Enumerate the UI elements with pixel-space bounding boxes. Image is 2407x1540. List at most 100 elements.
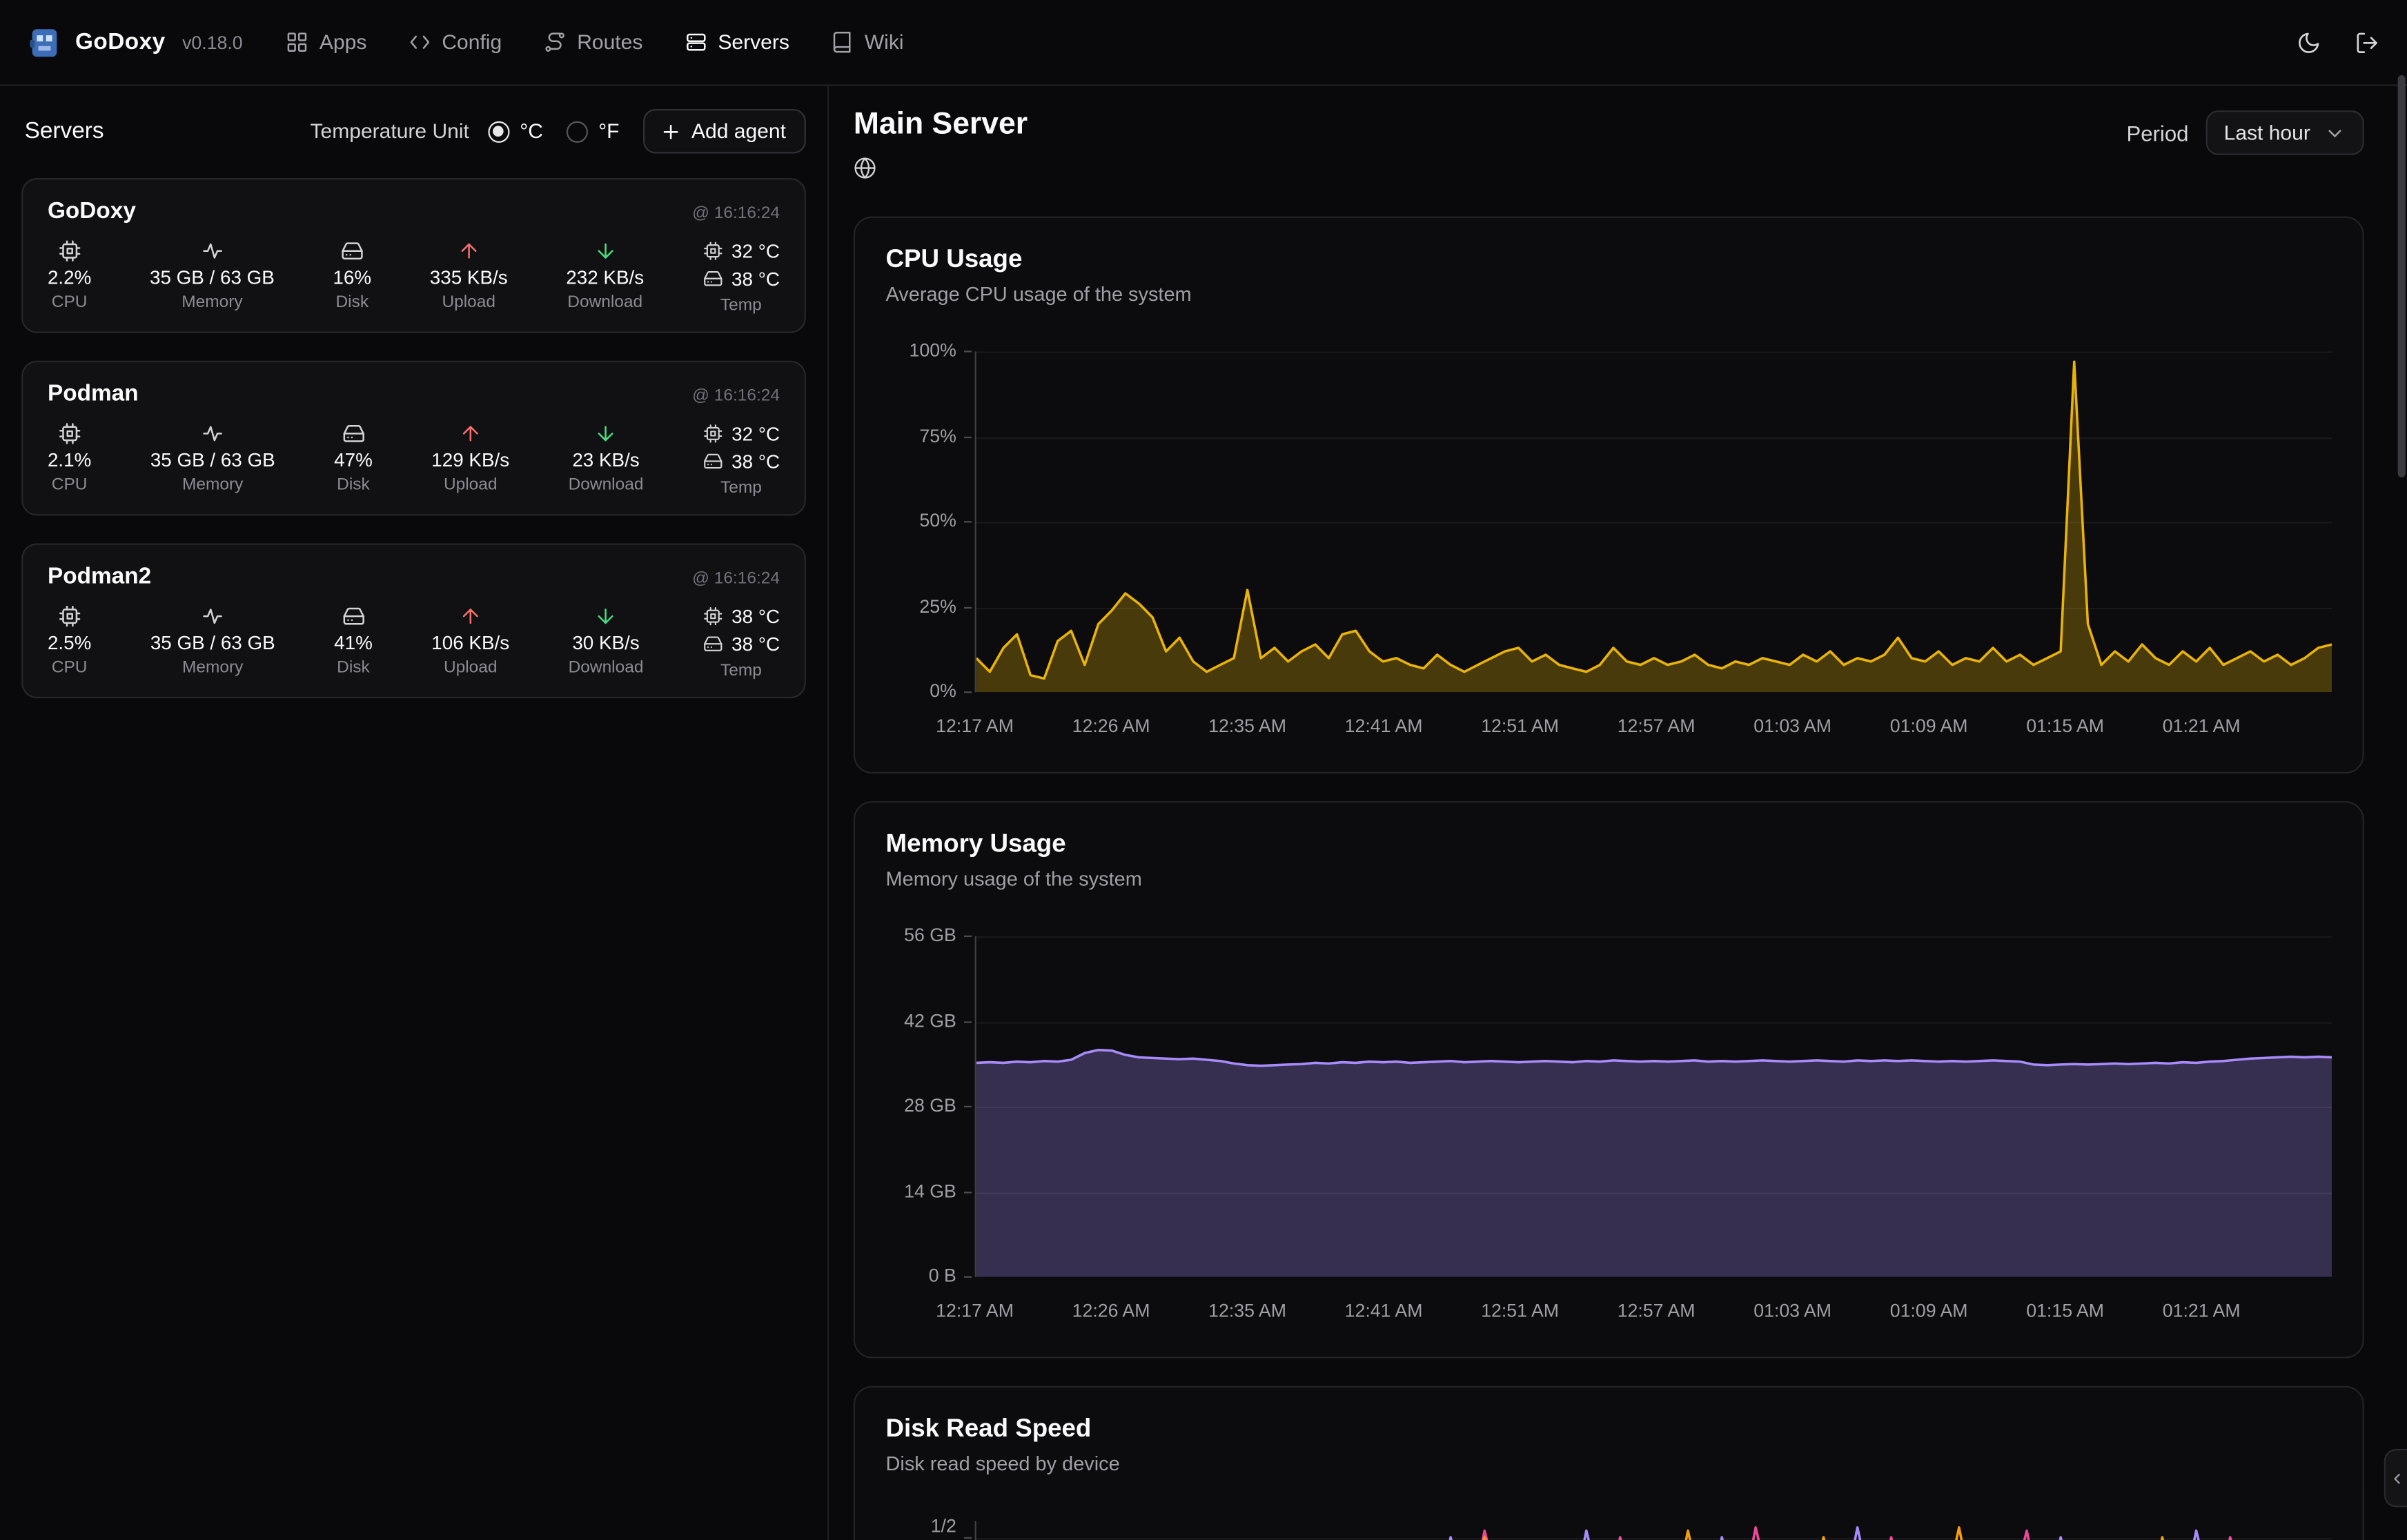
metric-value: 38 °C [731,268,780,289]
collapse-panel-handle[interactable] [2384,1449,2407,1508]
y-axis-label: 0 B [929,1266,956,1287]
theme-toggle-button[interactable] [2297,30,2321,55]
nav-item-routes[interactable]: Routes [543,30,642,53]
globe-icon [854,157,876,179]
chart-card-cpu-usage: CPU UsageAverage CPU usage of the system… [854,217,2364,773]
server-card-podman[interactable]: Podman@ 16:16:242.1%CPU35 GB / 63 GBMemo… [21,361,806,516]
grid-icon [286,30,308,53]
sidebar-header: Servers Temperature Unit °C°F Add agent [25,109,806,154]
hard-drive-icon [342,604,364,627]
metric-value: 335 KB/s [430,267,508,288]
y-axis-label: 75% [919,426,956,448]
nav-item-label: Apps [320,30,366,53]
arrow-down-icon [594,422,617,445]
cpu-icon [703,606,723,626]
brand: GoDoxy v0.18.0 [28,26,243,59]
chart-title: Disk Read Speed [886,1415,2332,1444]
code-icon [408,30,431,53]
y-axis-label: 1/2MB/s [914,1517,956,1540]
x-axis-label: 01:21 AM [2163,715,2241,737]
scrollbar-thumb[interactable] [2398,75,2406,477]
y-axis: 100%75%50%25%0% [886,351,975,744]
metric-upload: 129 KB/sUpload [431,421,509,497]
metric-disk: 47%Disk [334,421,373,497]
y-axis-label: 28 GB [904,1096,956,1118]
metric-value: 38 °C [731,606,780,627]
x-axis-label: 12:57 AM [1618,1300,1696,1321]
add-agent-button[interactable]: Add agent [644,109,806,154]
unit-option-f[interactable]: °F [566,120,619,143]
radio-icon [488,121,509,142]
chart-plot[interactable] [975,351,2332,692]
server-card-godoxy[interactable]: GoDoxy@ 16:16:242.2%CPU35 GB / 63 GBMemo… [21,178,806,333]
metric-label: Upload [442,293,495,312]
brand-name: GoDoxy [75,29,166,55]
chart-series [976,1521,2332,1540]
metric-value: 35 GB / 63 GB [150,267,275,288]
metric-download: 30 KB/sDownload [569,603,644,680]
y-axis-label: 14 GB [904,1181,956,1203]
x-axis-label: 01:15 AM [2026,715,2104,737]
unit-option-c[interactable]: °C [488,120,543,143]
server-list: GoDoxy@ 16:16:242.2%CPU35 GB / 63 GBMemo… [0,178,827,698]
activity-icon [201,239,224,262]
chart-card-memory-usage: Memory UsageMemory usage of the system56… [854,801,2364,1358]
nav-item-config[interactable]: Config [408,30,502,53]
x-axis-label: 01:09 AM [1890,1300,1968,1321]
server-timestamp: @ 16:16:24 [692,204,780,223]
x-axis-label: 12:26 AM [1072,715,1150,737]
metric-label: Temp [720,296,762,315]
period-value: Last hour [2224,121,2310,144]
metric-value: 30 KB/s [572,632,639,653]
x-axis-label: 12:41 AM [1345,715,1423,737]
metric-temp: 32 °C38 °CTemp [703,238,780,315]
metric-label: Download [569,476,644,495]
moon-icon [2297,30,2321,55]
chart-title: CPU Usage [886,246,2332,275]
metric-label: Temp [720,479,762,497]
metric-value: 106 KB/s [431,632,509,653]
activity-icon [202,604,224,627]
x-axis-label: 12:51 AM [1481,715,1559,737]
logout-button[interactable] [2355,30,2379,55]
metric-download: 232 KB/sDownload [566,238,644,315]
hard-drive-icon [342,422,364,445]
nav-item-wiki[interactable]: Wiki [831,30,904,53]
page-title: Main Server [854,108,1028,143]
chart-plot[interactable] [975,1521,2332,1540]
unit-options: °C °F [488,120,620,143]
godoxy-logo [28,26,61,59]
x-axis-label: 01:09 AM [1890,715,1968,737]
period-select[interactable]: Last hour [2205,110,2364,155]
navbar: GoDoxy v0.18.0 Apps Config Routes Servers Wi… [0,0,2407,86]
hard-drive-icon [341,239,364,262]
y-axis: 1/2MB/s [886,1521,975,1540]
server-name: Podman [48,381,139,407]
y-axis-label: 42 GB [904,1011,956,1032]
server-metrics: 2.1%CPU 35 GB / 63 GBMemory 47%Disk 129 KB/… [48,421,780,497]
unit-option-label: °F [598,120,619,143]
nav-item-servers[interactable]: Servers [684,30,789,53]
metric-cpu: 2.5%CPU [48,603,91,680]
nav-item-apps[interactable]: Apps [286,30,366,53]
y-axis-label: 25% [919,596,956,618]
metric-label: Disk [337,476,370,495]
metric-memory: 35 GB / 63 GBMemory [150,421,275,497]
chart-plot[interactable] [975,936,2332,1277]
routes-icon [543,30,566,53]
metric-cpu: 2.1%CPU [48,421,91,497]
period-label: Period [2126,121,2188,146]
y-axis-label: 50% [919,511,956,533]
x-axis-label: 12:17 AM [936,715,1014,737]
brand-version: v0.18.0 [182,32,243,53]
cpu-icon [58,239,81,262]
metric-memory: 35 GB / 63 GBMemory [150,238,275,315]
server-card-podman2[interactable]: Podman2@ 16:16:242.5%CPU35 GB / 63 GBMem… [21,543,806,698]
add-agent-label: Add agent [691,120,786,143]
x-axis-label: 12:35 AM [1208,715,1286,737]
x-axis-label: 12:57 AM [1618,715,1696,737]
main-header: Main Server Period Last hour [854,108,2364,188]
metric-label: Upload [444,476,498,495]
servers-icon [684,30,707,53]
metric-label: Upload [444,658,498,677]
